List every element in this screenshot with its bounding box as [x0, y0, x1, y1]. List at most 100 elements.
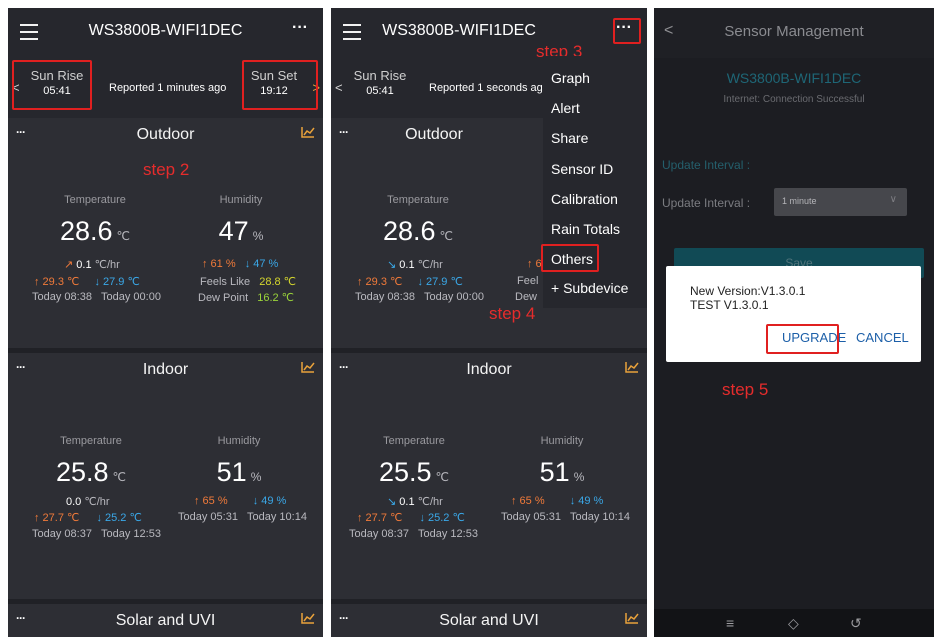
trend-unit: ℃/hr: [84, 496, 110, 508]
trend-unit: ℃/hr: [417, 259, 443, 271]
temperature-value: 28.6: [382, 216, 436, 246]
menu-item-alert[interactable]: Alert: [551, 100, 580, 116]
highlight-more-button: [613, 18, 641, 44]
humidity-time-min: Today 10:14: [247, 511, 307, 523]
menu-nav-icon[interactable]: ≡: [726, 615, 734, 631]
card-title: Indoor: [142, 361, 189, 378]
time-min: Today 12:53: [101, 528, 161, 540]
sunrise-box[interactable]: Sun Rise 05:41: [345, 62, 415, 112]
highlight-upgrade: [766, 324, 839, 354]
system-nav-bar: ≡ ◇ ↺: [654, 609, 934, 637]
indoor-humidity: Humidity 51%: [497, 435, 627, 488]
section-heading: Update Interval :: [662, 158, 751, 172]
outdoor-temperature: Temperature 28.6 ℃: [30, 194, 160, 247]
chart-icon[interactable]: [625, 361, 639, 373]
trend-unit: ℃/hr: [417, 496, 443, 508]
time-min: Today 12:53: [418, 528, 478, 540]
device-title: WS3800B-WIFI1DEC: [88, 22, 243, 39]
temperature-min: ↓ 27.9 ℃: [417, 276, 463, 288]
indoor-card: ··· Indoor Temperature 25.5 ℃ Humidity 51…: [331, 353, 647, 599]
humidity-range: ↑ 65 % ↓ 49 %: [511, 495, 603, 507]
trend-down-icon: ↘: [387, 259, 397, 271]
dew-point-label: Dew Point: [198, 292, 249, 304]
solar-card: ··· Solar and UVI: [331, 604, 647, 637]
menu-item-subdevice[interactable]: + Subdevice: [551, 280, 628, 296]
card-title: Outdoor: [405, 126, 463, 143]
app-header: WS3800B-WIFI1DEC ···: [8, 8, 323, 58]
card-title: Solar and UVI: [115, 612, 216, 629]
temperature-trend: ↘ 0.1 ℃/hr: [387, 258, 443, 271]
trend-value: 0.1: [76, 259, 92, 271]
solar-card: ··· Solar and UVI: [8, 604, 323, 637]
indoor-temperature: Temperature 25.8 ℃: [26, 435, 156, 488]
back-nav-icon[interactable]: ↺: [850, 615, 862, 632]
home-nav-icon[interactable]: ◇: [788, 615, 799, 632]
chevron-left-icon[interactable]: <: [335, 80, 343, 95]
humidity-value: 47: [218, 216, 249, 246]
screen-dashboard: WS3800B-WIFI1DEC ··· < Sun Rise 05:41 Re…: [8, 8, 323, 637]
time-max: Today 08:38: [355, 291, 415, 303]
temperature-value: 25.8: [55, 457, 109, 487]
temperature-max: ↑ 27.7 ℃: [357, 512, 403, 524]
time-min: Today 00:00: [101, 291, 161, 303]
temperature-label: Temperature: [60, 435, 122, 447]
temperature-range: ↑ 29.3 ℃ ↓ 27.9 ℃: [34, 275, 140, 288]
interval-value: 1 minute: [782, 196, 817, 206]
temperature-value: 25.5: [378, 457, 432, 487]
humidity-min: ↓ 47 %: [244, 258, 279, 270]
chart-icon[interactable]: [301, 612, 315, 624]
time-max: Today 08:37: [32, 528, 92, 540]
humidity-label: Humidity: [217, 435, 261, 447]
humidity-max: ↑ 61 %: [202, 258, 236, 270]
interval-select[interactable]: 1 minute ∨: [774, 188, 907, 216]
humidity-label: Humidity: [219, 194, 263, 206]
chart-icon[interactable]: [625, 612, 639, 624]
chart-icon[interactable]: [301, 126, 315, 138]
app-header: < Sensor Management: [654, 8, 934, 58]
chart-icon[interactable]: [301, 361, 315, 373]
card-title: Solar and UVI: [439, 612, 539, 629]
menu-item-graph[interactable]: Graph: [551, 70, 590, 86]
temperature-range: ↑ 27.7 ℃ ↓ 25.2 ℃: [357, 511, 465, 524]
indoor-card: ··· Indoor Temperature 25.8 ℃ Humidity 51…: [8, 353, 323, 599]
step-2-label: step 2: [143, 160, 190, 179]
step-5-label: step 5: [722, 380, 769, 399]
trend-unit: ℃/hr: [94, 259, 120, 271]
internet-status: Internet: Connection Successful: [723, 94, 865, 105]
humidity-value: 51: [539, 457, 570, 487]
feels-like-partial: Feel: [517, 275, 539, 287]
feels-like-label: Feels Like: [200, 276, 251, 288]
dew-point: Dew Point 16.2 ℃: [198, 291, 294, 304]
humidity-times: Today 05:31 Today 10:14: [178, 511, 307, 523]
temperature-range: ↑ 27.7 ℃ ↓ 25.2 ℃: [34, 511, 142, 524]
temperature-min: ↓ 25.2 ℃: [419, 512, 465, 524]
device-name: WS3800B-WIFI1DEC: [726, 70, 862, 86]
dialog-test-version: TEST V1.3.0.1: [690, 298, 769, 312]
humidity-time-min: Today 10:14: [570, 511, 630, 523]
temperature-times: Today 08:37 Today 12:53: [32, 528, 161, 540]
temperature-label: Temperature: [383, 435, 445, 447]
temperature-min: ↓ 25.2 ℃: [96, 512, 142, 524]
chevron-down-icon: ∨: [889, 194, 897, 205]
humidity-range: ↑ 61 % ↓ 47 %: [202, 258, 278, 270]
temperature-unit: ℃: [435, 470, 450, 484]
temperature-unit: ℃: [112, 470, 127, 484]
menu-item-sensor-id[interactable]: Sensor ID: [551, 161, 613, 177]
reported-text: Reported 1 minutes ago: [109, 82, 227, 94]
humidity-range: ↑ 65 % ↓ 49 %: [194, 495, 286, 507]
temperature-times: Today 08:37 Today 12:53: [349, 528, 478, 540]
card-title: Indoor: [466, 361, 512, 378]
more-dots-icon[interactable]: ···: [287, 20, 313, 42]
card-title: Outdoor: [136, 126, 195, 143]
humidity-max-partial: ↑ 6: [527, 258, 542, 270]
temperature-times: Today 08:38 Today 00:00: [355, 291, 484, 303]
menu-item-share[interactable]: Share: [551, 130, 588, 146]
temperature-label: Temperature: [64, 194, 126, 206]
humidity-min: ↓ 49 %: [569, 495, 604, 507]
trend-value: 0.1: [399, 496, 415, 508]
cancel-button[interactable]: CANCEL: [856, 330, 909, 345]
trend-value: 0.1: [399, 259, 415, 271]
humidity-max: ↑ 65 %: [511, 495, 545, 507]
menu-item-rain-totals[interactable]: Rain Totals: [551, 221, 620, 237]
menu-item-calibration[interactable]: Calibration: [551, 191, 618, 207]
